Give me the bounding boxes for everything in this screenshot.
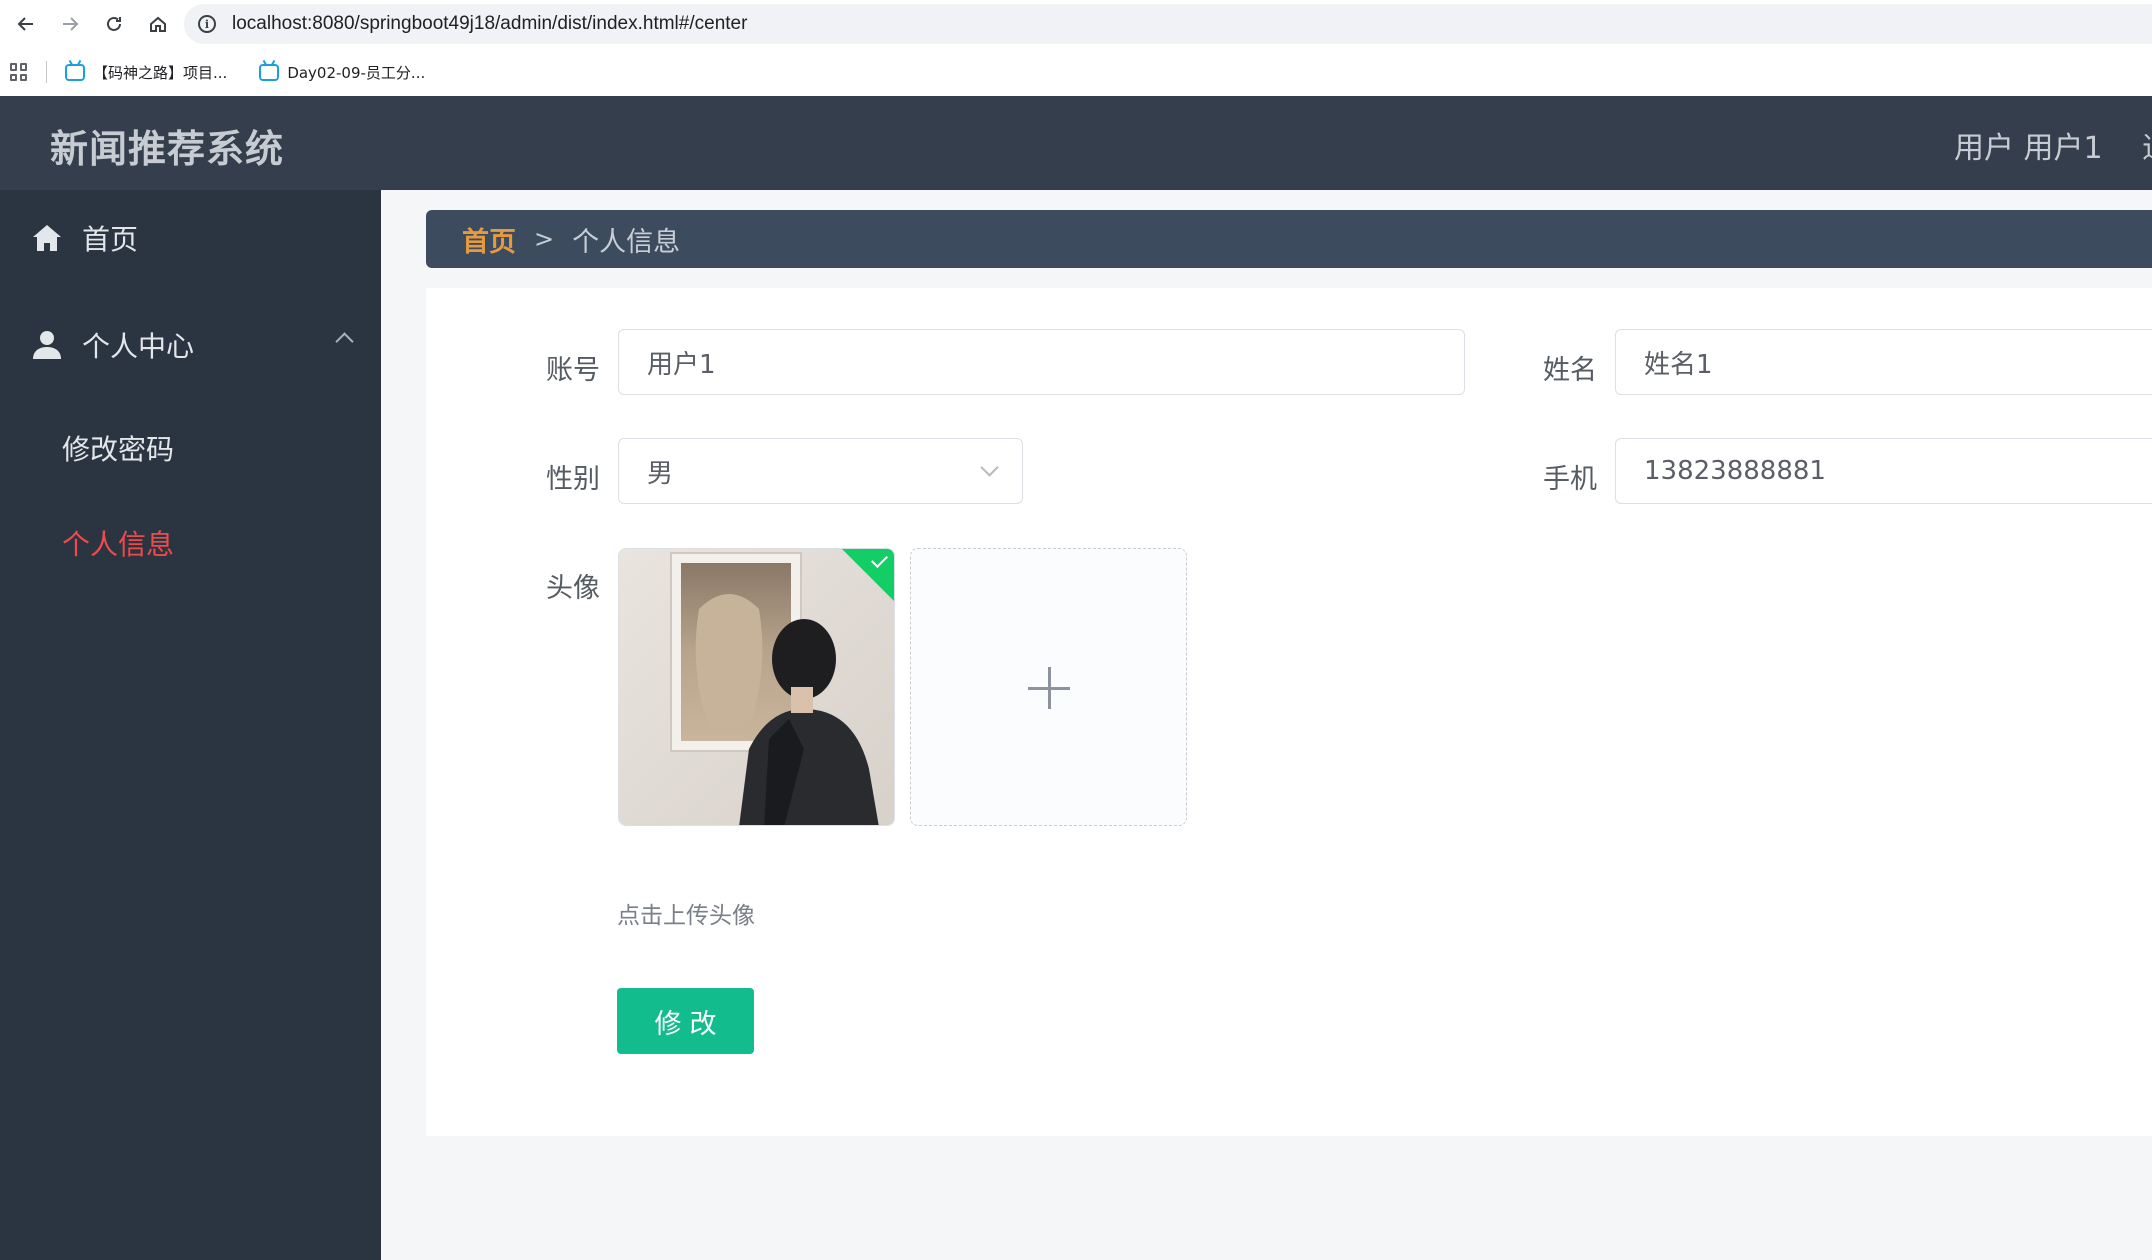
bookmark-item[interactable]: 【码神之路】项目... [65,62,227,83]
bookmarks-bar: 【码神之路】项目... Day02-09-员工分... [0,48,2152,96]
phone-input[interactable]: 13823888881 [1615,438,2152,504]
sidebar-item-personal-center[interactable]: 个人中心 [0,297,381,393]
bookmark-item[interactable]: Day02-09-员工分... [259,62,425,83]
phone-label: 手机 [1543,464,1597,495]
bilibili-icon [259,63,280,81]
gender-select[interactable]: 男 [618,438,1023,504]
phone-value: 13823888881 [1644,456,1826,486]
avatar-preview[interactable] [618,548,895,826]
account-input[interactable]: 用户1 [618,329,1465,395]
plus-icon [1048,667,1051,709]
reload-icon [107,16,121,31]
breadcrumb: 首页 > 个人信息 [426,210,2152,268]
upload-hint: 点击上传头像 [617,903,755,929]
site-info-icon[interactable]: i [198,15,216,33]
arrow-left-icon [17,17,33,31]
sidebar-item-home[interactable]: 首页 [0,190,381,286]
gender-label: 性别 [546,464,600,495]
browser-address-bar: i localhost:8080/springboot49j18/admin/d… [0,0,2152,48]
avatar-upload-button[interactable] [910,548,1187,826]
header-user-info: 用户 用户1 [1954,131,2103,166]
submit-button[interactable]: 修改 [617,988,754,1054]
sidebar-item-change-password[interactable]: 修改密码 [62,428,174,468]
home-button[interactable] [136,0,180,48]
sidebar-item-label: 首页 [82,223,139,256]
gender-value: 男 [647,458,674,489]
forward-button[interactable] [48,0,92,48]
url-field[interactable]: i localhost:8080/springboot49j18/admin/d… [184,4,2152,44]
user-icon [33,331,61,359]
bookmarks-divider [46,61,47,83]
browser-home-icon [150,16,166,32]
home-icon [33,225,61,251]
account-value: 用户1 [647,349,716,380]
name-value: 姓名1 [1644,349,1713,380]
chevron-up-icon [335,332,354,351]
back-button[interactable] [4,0,48,48]
chevron-down-icon [980,458,999,477]
breadcrumb-separator: > [534,225,555,253]
sidebar-item-personal-info[interactable]: 个人信息 [62,523,174,563]
arrow-right-icon [63,17,79,31]
avatar-label: 头像 [546,573,600,604]
reload-button[interactable] [92,0,136,48]
breadcrumb-current: 个人信息 [572,226,681,258]
apps-grid-icon[interactable] [10,63,28,81]
bilibili-icon [65,63,85,81]
name-input[interactable]: 姓名1 [1615,329,2152,395]
url-text: localhost:8080/springboot49j18/admin/dis… [232,13,748,34]
breadcrumb-home[interactable]: 首页 [462,220,516,259]
account-label: 账号 [546,355,600,386]
bookmark-label: Day02-09-员工分... [287,63,426,82]
app-header: 新闻推荐系统 用户 用户1 退 [0,96,2152,190]
logout-link[interactable]: 退 [2142,123,2152,167]
bookmark-label: 【码神之路】项目... [93,63,228,82]
app-title: 新闻推荐系统 [50,127,285,171]
name-label: 姓名 [1543,355,1597,386]
sidebar: 首页 个人中心 修改密码 个人信息 [0,190,381,1260]
sidebar-item-label: 个人中心 [82,330,195,363]
